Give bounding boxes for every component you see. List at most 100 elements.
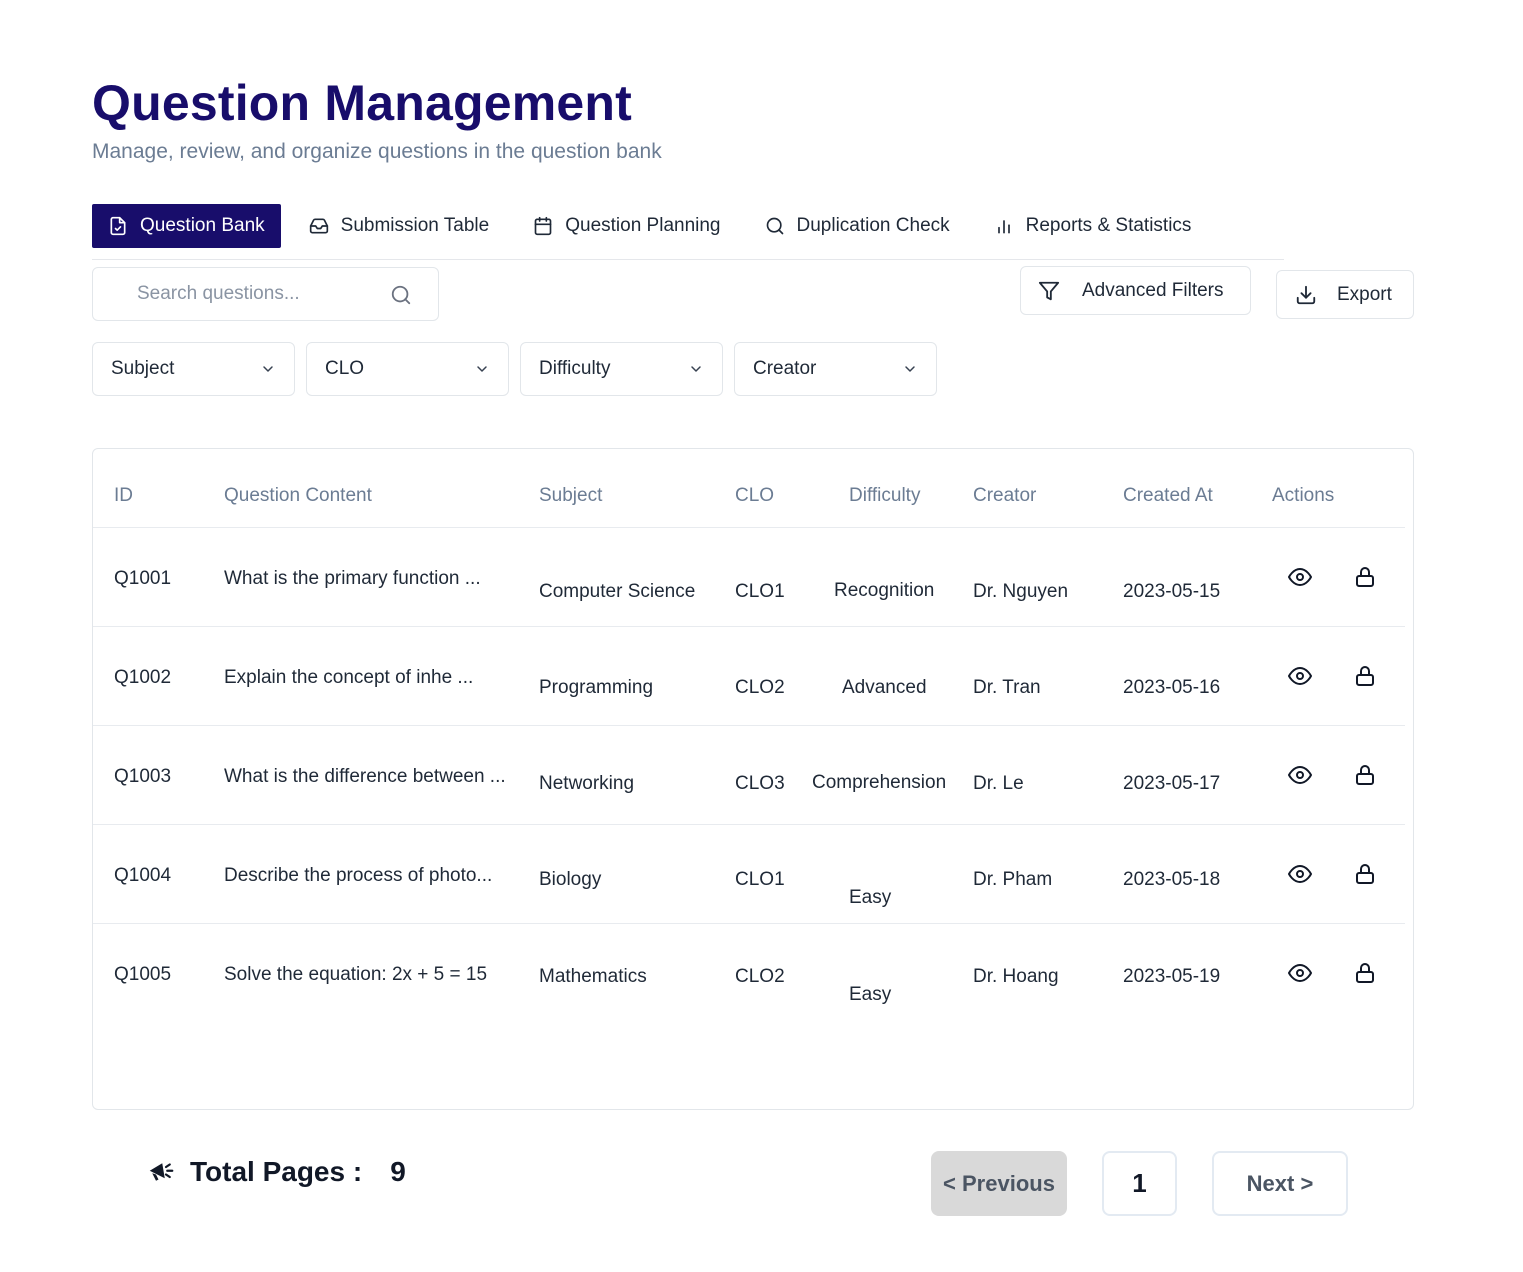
column-header-clo: CLO <box>735 485 775 506</box>
search-icon <box>766 217 783 235</box>
total-pages-label: Total Pages : <box>190 1156 363 1187</box>
clo-filter-select[interactable]: CLO <box>306 342 509 396</box>
question-content: What is the primary function ... <box>224 568 481 589</box>
question-creator: Dr. Nguyen <box>973 581 1069 602</box>
advanced-filters-button[interactable]: Advanced Filters <box>1020 266 1251 315</box>
lock-icon[interactable] <box>1353 862 1377 886</box>
question-created-at: 2023-05-16 <box>1123 677 1221 698</box>
filter-bar: Subject CLO Difficulty Creator <box>92 342 948 396</box>
bar-chart-icon <box>997 220 1010 234</box>
filter-label: Subject <box>111 358 175 379</box>
question-difficulty: Easy <box>849 887 892 908</box>
question-content: What is the difference between ... <box>224 766 506 787</box>
question-created-at: 2023-05-17 <box>1123 773 1221 794</box>
column-header-created-at: Created At <box>1123 485 1213 506</box>
download-icon <box>1296 285 1316 304</box>
tab-reports-statistics[interactable]: Reports & Statistics <box>978 204 1208 248</box>
question-content: Describe the process of photo... <box>224 865 493 886</box>
question-clo: CLO3 <box>735 773 785 794</box>
tab-label: Question Bank <box>140 215 265 236</box>
question-difficulty: Easy <box>849 984 892 1005</box>
file-check-icon <box>110 216 126 236</box>
question-subject: Computer Science <box>539 581 696 602</box>
column-header-creator: Creator <box>973 485 1037 506</box>
inbox-icon <box>309 218 328 234</box>
question-creator: Dr. Tran <box>973 677 1041 698</box>
question-clo: CLO2 <box>735 966 785 987</box>
lock-icon[interactable] <box>1353 664 1377 688</box>
question-id: Q1005 <box>114 964 172 985</box>
question-clo: CLO2 <box>735 677 785 698</box>
question-creator: Dr. Le <box>973 773 1024 794</box>
subject-filter-select[interactable]: Subject <box>92 342 295 396</box>
search-box <box>92 267 439 321</box>
search-icon[interactable] <box>390 284 412 306</box>
lock-icon[interactable] <box>1353 763 1377 787</box>
tab-label: Reports & Statistics <box>1025 215 1192 236</box>
question-created-at: 2023-05-18 <box>1123 869 1221 890</box>
question-difficulty: Recognition <box>834 580 935 601</box>
creator-filter-select[interactable]: Creator <box>734 342 937 396</box>
table-row[interactable]: Q1001 What is the primary function ... C… <box>93 528 1405 627</box>
current-page-button[interactable]: 1 <box>1102 1151 1177 1216</box>
total-pages-value: 9 <box>390 1156 406 1187</box>
chevron-down-icon <box>263 366 273 372</box>
table-row[interactable]: Q1002 Explain the concept of inhe ... Pr… <box>93 627 1405 726</box>
question-creator: Dr. Hoang <box>973 966 1059 987</box>
question-clo: CLO1 <box>735 581 785 602</box>
column-header-difficulty: Difficulty <box>849 485 921 506</box>
table-header: ID Question Content Subject CLO Difficul… <box>93 449 1405 528</box>
question-id: Q1004 <box>114 865 172 886</box>
filter-label: CLO <box>325 358 365 379</box>
tab-label: Question Planning <box>565 215 721 236</box>
previous-page-button[interactable]: < Previous <box>931 1151 1067 1216</box>
table-row[interactable]: Q1003 What is the difference between ...… <box>93 726 1405 825</box>
eye-icon[interactable] <box>1288 862 1312 886</box>
tab-question-planning[interactable]: Question Planning <box>517 204 736 248</box>
column-header-subject: Subject <box>539 485 603 506</box>
column-header-id: ID <box>114 485 133 506</box>
calendar-icon <box>534 216 552 236</box>
lock-icon[interactable] <box>1353 961 1377 985</box>
filter-icon <box>1038 281 1060 300</box>
chevron-down-icon <box>477 366 487 372</box>
chevron-down-icon <box>905 366 915 372</box>
question-id: Q1001 <box>114 568 172 589</box>
page-title: Question Management <box>92 75 632 131</box>
question-subject: Biology <box>539 869 602 890</box>
tab-label: Duplication Check <box>796 215 950 236</box>
search-input[interactable] <box>137 283 377 305</box>
export-button[interactable]: Export <box>1276 270 1414 319</box>
table-row[interactable]: Q1004 Describe the process of photo... B… <box>93 825 1405 924</box>
question-created-at: 2023-05-15 <box>1123 581 1221 602</box>
questions-table: ID Question Content Subject CLO Difficul… <box>92 448 1414 1110</box>
question-difficulty: Comprehension <box>812 772 947 793</box>
page-subtitle: Manage, review, and organize questions i… <box>92 140 662 163</box>
eye-icon[interactable] <box>1288 763 1312 787</box>
eye-icon[interactable] <box>1288 961 1312 985</box>
question-id: Q1002 <box>114 667 172 688</box>
column-header-actions: Actions <box>1272 485 1335 506</box>
tab-duplication-check[interactable]: Duplication Check <box>749 204 966 248</box>
question-content: Explain the concept of inhe ... <box>224 667 474 688</box>
question-id: Q1003 <box>114 766 172 787</box>
next-page-button[interactable]: Next > <box>1212 1151 1348 1216</box>
eye-icon[interactable] <box>1288 565 1312 589</box>
question-clo: CLO1 <box>735 869 785 890</box>
question-subject: Networking <box>539 773 635 794</box>
eye-icon[interactable] <box>1288 664 1312 688</box>
question-creator: Dr. Pham <box>973 869 1053 890</box>
difficulty-filter-select[interactable]: Difficulty <box>520 342 723 396</box>
table-row[interactable]: Q1005 Solve the equation: 2x + 5 = 15 Ma… <box>93 924 1405 1023</box>
advanced-filters-label: Advanced Filters <box>1082 279 1224 301</box>
megaphone-icon <box>149 1163 174 1181</box>
lock-icon[interactable] <box>1353 565 1377 589</box>
tab-submission-table[interactable]: Submission Table <box>293 204 506 248</box>
question-created-at: 2023-05-19 <box>1123 966 1221 987</box>
question-difficulty: Advanced <box>842 677 927 698</box>
filter-label: Creator <box>753 358 817 379</box>
filter-label: Difficulty <box>539 358 611 379</box>
tab-question-bank[interactable]: Question Bank <box>92 204 281 248</box>
total-pages: Total Pages : 9 <box>146 1156 406 1188</box>
question-subject: Programming <box>539 677 654 698</box>
